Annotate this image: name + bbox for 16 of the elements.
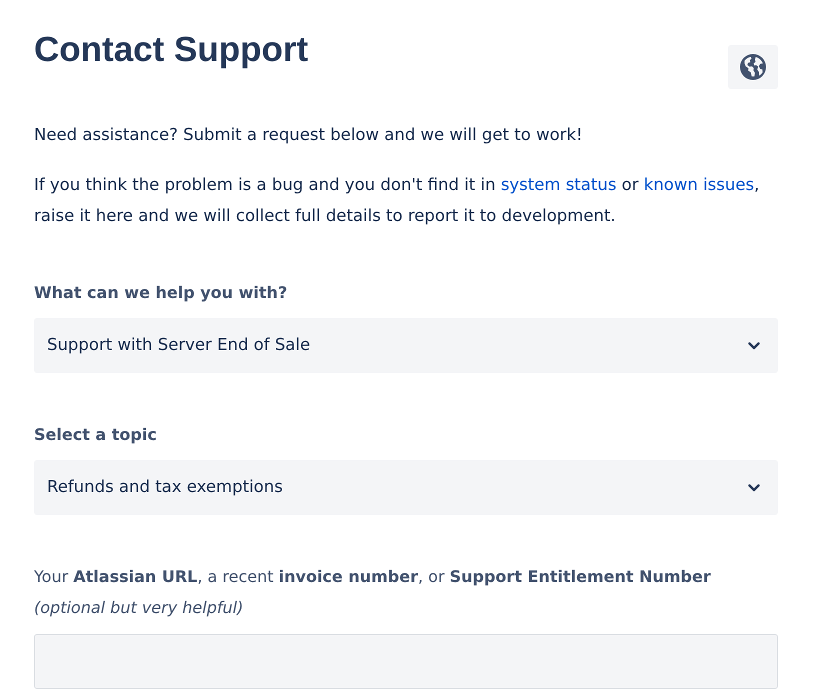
chevron-down-icon [748, 484, 760, 492]
link[interactable]: known issues [644, 175, 754, 194]
page-title: Contact Support [34, 29, 308, 71]
field-label: What can we help you with? [34, 282, 288, 304]
language-button[interactable] [728, 45, 778, 89]
dropdown-select[interactable]: Support with Server End of Sale [34, 318, 778, 373]
globe-icon [740, 54, 766, 80]
bug-report-note: If you think the problem is a bug and you don't find it in system status or known issues, raise it here and we will collect full details to report it to development. [34, 174, 760, 227]
field-label: Select a topic [34, 424, 158, 446]
link[interactable]: system status [500, 175, 616, 194]
field-hint: (optional but very helpful) [34, 597, 244, 619]
input-field[interactable] [34, 634, 778, 689]
dropdown-select[interactable]: Refunds and tax exemptions [34, 460, 778, 515]
chevron-down-icon [748, 342, 760, 350]
field-label: Your Atlassian URL, a recent invoice number, or Support Entitlement Number [34, 566, 712, 588]
intro-text: Need assistance? Submit a request below and we will get to work! [34, 124, 584, 146]
